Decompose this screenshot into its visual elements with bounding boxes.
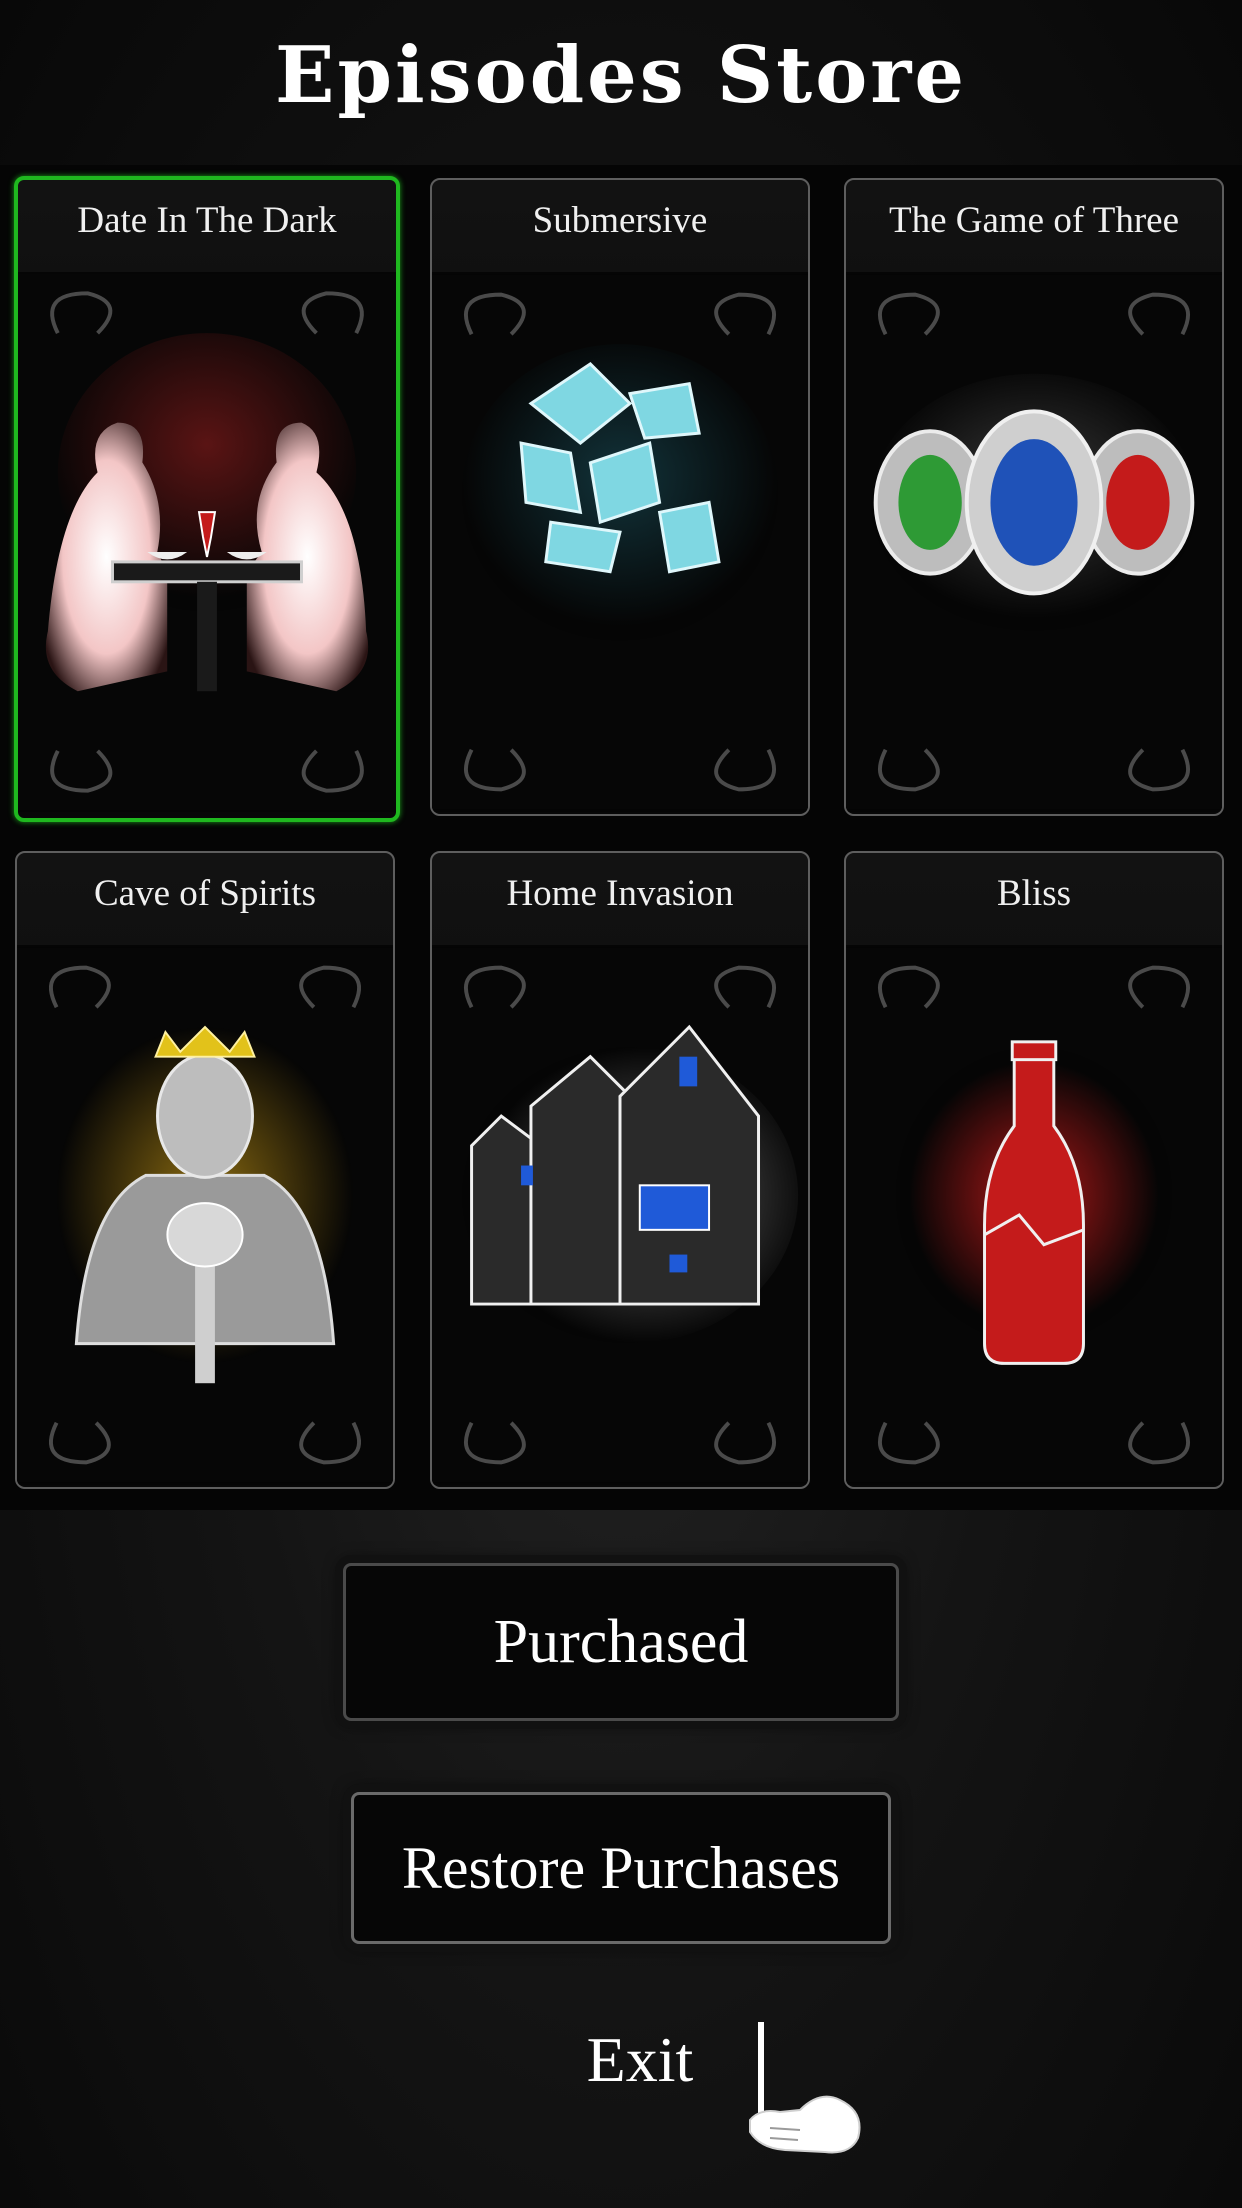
episode-card-the-game-of-three[interactable]: The Game of Three: [844, 178, 1224, 816]
page-title: Episodes Store: [275, 30, 967, 121]
red-bottle-icon: [846, 945, 1222, 1485]
episode-card-home-invasion[interactable]: Home Invasion: [430, 851, 810, 1489]
episode-title: Bliss: [996, 873, 1072, 914]
episode-title: Submersive: [532, 200, 708, 241]
crowned-warrior-icon: [17, 945, 393, 1485]
episode-card-submersive[interactable]: Submersive: [430, 178, 810, 816]
episode-card-bliss[interactable]: Bliss: [844, 851, 1224, 1489]
haunted-house-icon: [432, 945, 808, 1485]
episode-title: Date In The Dark: [77, 200, 337, 241]
episode-card-cave-of-spirits[interactable]: Cave of Spirits: [15, 851, 395, 1489]
ice-crystal-icon: [432, 272, 808, 812]
episode-title: Cave of Spirits: [94, 873, 316, 914]
restore-purchases-button[interactable]: Restore Purchases: [351, 1792, 891, 1944]
exit-button[interactable]: Exit: [540, 2015, 740, 2105]
pointing-hand-icon: [740, 2020, 880, 2160]
episode-card-date-in-the-dark[interactable]: Date In The Dark: [14, 176, 400, 822]
purchased-button[interactable]: Purchased: [343, 1563, 899, 1721]
episode-title: The Game of Three: [888, 200, 1180, 241]
three-gems-icon: [846, 272, 1222, 812]
episode-title: Home Invasion: [506, 873, 734, 914]
couple-dinner-icon: [18, 272, 396, 812]
